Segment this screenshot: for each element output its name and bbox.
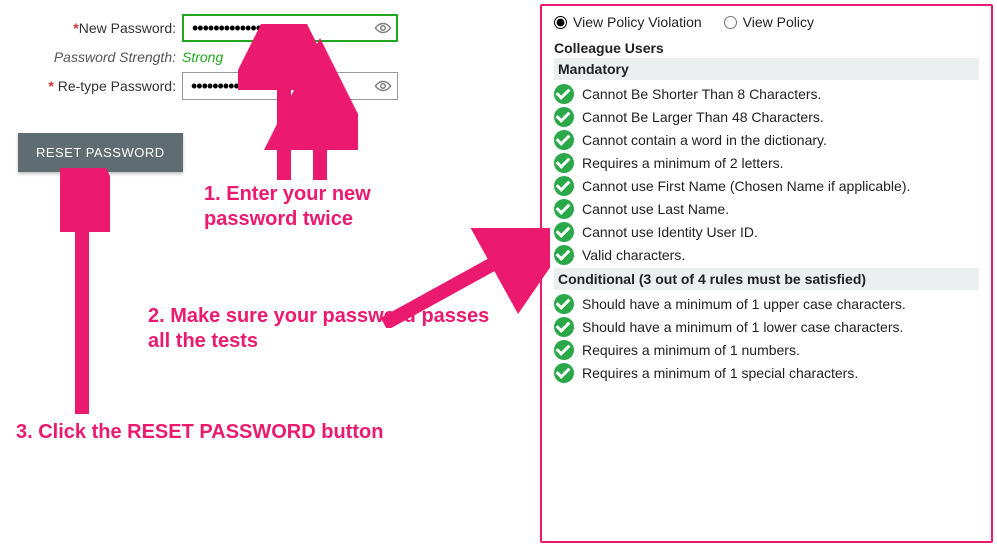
retype-password-label: * Re-type Password: (18, 78, 182, 94)
policy-rule-text: Cannot use Identity User ID. (582, 222, 758, 241)
policy-rule-text: Cannot Be Larger Than 48 Characters. (582, 107, 824, 126)
new-password-input[interactable] (182, 14, 398, 42)
check-icon (554, 153, 574, 173)
radio-view-policy[interactable]: View Policy (724, 14, 814, 30)
check-icon (554, 107, 574, 127)
policy-rule: Cannot Be Shorter Than 8 Characters. (554, 84, 979, 104)
policy-rule-text: Requires a minimum of 1 numbers. (582, 340, 800, 359)
reset-password-button[interactable]: RESET PASSWORD (18, 133, 183, 172)
policy-rule: Should have a minimum of 1 upper case ch… (554, 294, 979, 314)
policy-rule-text: Requires a minimum of 2 letters. (582, 153, 784, 172)
policy-panel: View Policy Violation View Policy Collea… (540, 4, 993, 543)
policy-rule: Cannot Be Larger Than 48 Characters. (554, 107, 979, 127)
check-icon (554, 363, 574, 383)
policy-rule-text: Should have a minimum of 1 upper case ch… (582, 294, 906, 313)
check-icon (554, 222, 574, 242)
check-icon (554, 294, 574, 314)
policy-rule: Cannot use Identity User ID. (554, 222, 979, 242)
policy-rule: Should have a minimum of 1 lower case ch… (554, 317, 979, 337)
check-icon (554, 245, 574, 265)
radio-view-violation[interactable]: View Policy Violation (554, 14, 702, 30)
policy-rule-text: Cannot use Last Name. (582, 199, 729, 218)
annotation-step2: 2. Make sure your password passes all th… (148, 304, 508, 354)
colleague-users-title: Colleague Users (554, 40, 979, 56)
radio-view-violation-label: View Policy Violation (573, 14, 702, 30)
eye-icon[interactable] (374, 77, 392, 95)
policy-rule: Cannot use First Name (Chosen Name if ap… (554, 176, 979, 196)
policy-rule: Requires a minimum of 1 special characte… (554, 363, 979, 383)
radio-view-violation-input[interactable] (554, 16, 567, 29)
check-icon (554, 84, 574, 104)
policy-rule-text: Requires a minimum of 1 special characte… (582, 363, 858, 382)
policy-rule-text: Cannot contain a word in the dictionary. (582, 130, 827, 149)
policy-rule: Requires a minimum of 2 letters. (554, 153, 979, 173)
radio-view-policy-label: View Policy (743, 14, 814, 30)
new-password-label: *New Password: (18, 20, 182, 36)
policy-rule-text: Cannot use First Name (Chosen Name if ap… (582, 176, 910, 195)
strength-value: Strong (182, 49, 223, 65)
policy-rule: Requires a minimum of 1 numbers. (554, 340, 979, 360)
check-icon (554, 176, 574, 196)
policy-rule-text: Cannot Be Shorter Than 8 Characters. (582, 84, 821, 103)
policy-rule-text: Should have a minimum of 1 lower case ch… (582, 317, 903, 336)
check-icon (554, 130, 574, 150)
mandatory-title: Mandatory (554, 58, 979, 80)
policy-rule-text: Valid characters. (582, 245, 685, 264)
annotation-step1: 1. Enter your new password twice (204, 182, 454, 232)
arrow-step1-icon (238, 24, 358, 184)
check-icon (554, 317, 574, 337)
strength-label: Password Strength: (18, 49, 182, 65)
radio-view-policy-input[interactable] (724, 16, 737, 29)
check-icon (554, 340, 574, 360)
check-icon (554, 199, 574, 219)
policy-rule: Cannot use Last Name. (554, 199, 979, 219)
arrow-step2-icon (380, 228, 550, 328)
annotation-step3: 3. Click the RESET PASSWORD button (16, 420, 416, 445)
retype-password-input[interactable] (182, 72, 398, 100)
arrow-step3-icon (60, 168, 110, 418)
policy-rule: Valid characters. (554, 245, 979, 265)
eye-icon[interactable] (374, 19, 392, 37)
conditional-title: Conditional (3 out of 4 rules must be sa… (554, 268, 979, 290)
policy-rule: Cannot contain a word in the dictionary. (554, 130, 979, 150)
